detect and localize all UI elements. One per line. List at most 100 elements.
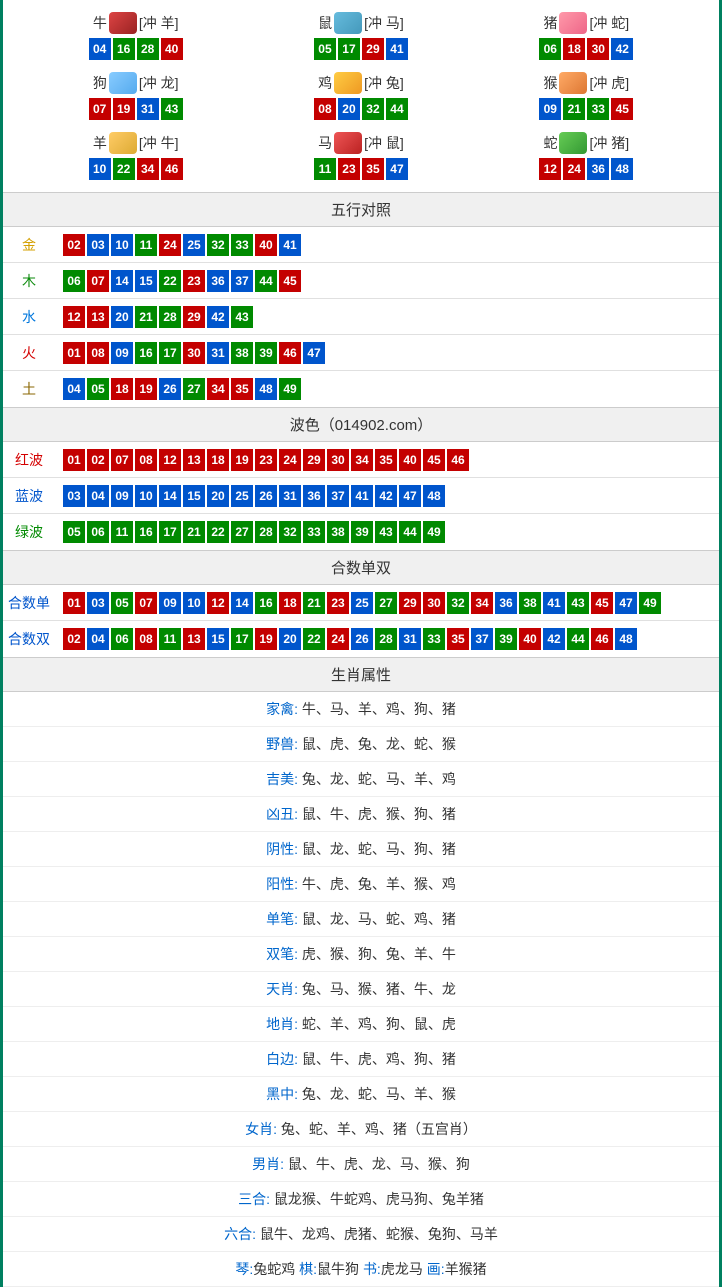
- section-header-bose: 波色（014902.com）: [3, 407, 719, 442]
- number-ball: 19: [113, 98, 135, 120]
- zodiac-clash: [冲 马]: [364, 13, 404, 33]
- number-ball: 46: [161, 158, 183, 180]
- bose-table: 红波0102070812131819232429303435404546蓝波03…: [3, 442, 719, 550]
- number-ball: 08: [135, 449, 157, 471]
- table-row: 火0108091617303138394647: [3, 335, 719, 371]
- number-ball: 05: [63, 521, 85, 543]
- row-balls: 0204060811131517192022242628313335373940…: [55, 622, 719, 656]
- row-label: 火: [3, 343, 55, 363]
- row-label: 水: [3, 307, 55, 327]
- number-ball: 48: [423, 485, 445, 507]
- number-ball: 28: [375, 628, 397, 650]
- zodiac-clash: [冲 龙]: [139, 73, 179, 93]
- zodiac-icon: [559, 132, 587, 154]
- number-ball: 42: [611, 38, 633, 60]
- number-ball: 13: [183, 449, 205, 471]
- zodiac-clash: [冲 羊]: [139, 13, 179, 33]
- ball-row: 12243648: [474, 158, 699, 180]
- number-ball: 09: [159, 592, 181, 614]
- number-ball: 43: [161, 98, 183, 120]
- number-ball: 38: [231, 342, 253, 364]
- zodiac-title: 牛[冲 羊]: [23, 12, 248, 34]
- number-ball: 23: [183, 270, 205, 292]
- number-ball: 44: [399, 521, 421, 543]
- table-row: 绿波05061116172122272832333839434449: [3, 514, 719, 550]
- zodiac-cell: 狗[冲 龙]07193143: [23, 66, 248, 126]
- number-ball: 44: [386, 98, 408, 120]
- number-ball: 27: [183, 378, 205, 400]
- number-ball: 43: [231, 306, 253, 328]
- zodiac-cell: 鸡[冲 兔]08203244: [248, 66, 473, 126]
- attr-value: 蛇、羊、鸡、狗、鼠、虎: [298, 1016, 456, 1032]
- zodiac-cell: 猪[冲 蛇]06183042: [474, 6, 699, 66]
- number-ball: 18: [111, 378, 133, 400]
- attr-label: 黑中:: [266, 1086, 298, 1102]
- number-ball: 12: [207, 592, 229, 614]
- ball-row: 05172941: [248, 38, 473, 60]
- number-ball: 48: [615, 628, 637, 650]
- number-ball: 18: [563, 38, 585, 60]
- number-ball: 33: [423, 628, 445, 650]
- number-ball: 31: [279, 485, 301, 507]
- attr-label: 女肖:: [245, 1121, 277, 1137]
- wuxing-table: 金02031011242532334041木060714152223363744…: [3, 227, 719, 407]
- number-ball: 01: [63, 342, 85, 364]
- number-ball: 17: [159, 521, 181, 543]
- number-ball: 43: [567, 592, 589, 614]
- number-ball: 20: [111, 306, 133, 328]
- number-ball: 31: [207, 342, 229, 364]
- number-ball: 07: [89, 98, 111, 120]
- number-ball: 32: [279, 521, 301, 543]
- number-ball: 12: [539, 158, 561, 180]
- number-ball: 13: [87, 306, 109, 328]
- number-ball: 38: [327, 521, 349, 543]
- attr-value: 兔、龙、蛇、马、羊、鸡: [298, 771, 456, 787]
- number-ball: 30: [423, 592, 445, 614]
- row-label: 土: [3, 379, 55, 399]
- row-label: 金: [3, 235, 55, 255]
- number-ball: 47: [399, 485, 421, 507]
- zodiac-name: 狗: [93, 73, 107, 93]
- attr-row: 天肖: 兔、马、猴、猪、牛、龙: [3, 972, 719, 1007]
- number-ball: 48: [255, 378, 277, 400]
- number-ball: 12: [63, 306, 85, 328]
- number-ball: 34: [207, 378, 229, 400]
- number-ball: 04: [89, 38, 111, 60]
- attr-value: 兔、马、猴、猪、牛、龙: [298, 981, 456, 997]
- number-ball: 45: [423, 449, 445, 471]
- row-balls: 06071415222336374445: [55, 264, 719, 298]
- table-row: 蓝波03040910141520252631363741424748: [3, 478, 719, 514]
- attr-label: 天肖:: [266, 981, 298, 997]
- table-row: 水1213202128294243: [3, 299, 719, 335]
- number-ball: 46: [447, 449, 469, 471]
- zodiac-title: 猴[冲 虎]: [474, 72, 699, 94]
- zodiac-name: 猪: [543, 13, 557, 33]
- zodiac-name: 鸡: [318, 73, 332, 93]
- number-ball: 10: [135, 485, 157, 507]
- number-ball: 32: [447, 592, 469, 614]
- number-ball: 28: [159, 306, 181, 328]
- section-header-heshu: 合数单双: [3, 550, 719, 585]
- attr-row: 男肖: 鼠、牛、虎、龙、马、猴、狗: [3, 1147, 719, 1182]
- number-ball: 04: [87, 485, 109, 507]
- number-ball: 44: [255, 270, 277, 292]
- attr-value: 鼠、牛、虎、龙、马、猴、狗: [284, 1156, 470, 1172]
- zodiac-clash: [冲 蛇]: [589, 13, 629, 33]
- section-header-wuxing: 五行对照: [3, 192, 719, 227]
- number-ball: 42: [375, 485, 397, 507]
- number-ball: 01: [63, 449, 85, 471]
- number-ball: 16: [135, 342, 157, 364]
- zodiac-title: 蛇[冲 猪]: [474, 132, 699, 154]
- number-ball: 14: [231, 592, 253, 614]
- footer-row: 琴:兔蛇鸡 棋:鼠牛狗 书:虎龙马 画:羊猴猪: [3, 1252, 719, 1287]
- attr-value: 鼠、虎、兔、龙、蛇、猴: [298, 736, 456, 752]
- number-ball: 15: [135, 270, 157, 292]
- row-balls: 02031011242532334041: [55, 228, 719, 262]
- zodiac-cell: 猴[冲 虎]09213345: [474, 66, 699, 126]
- attr-value: 鼠、龙、蛇、马、狗、猪: [298, 841, 456, 857]
- attr-label: 阴性:: [266, 841, 298, 857]
- number-ball: 25: [351, 592, 373, 614]
- zodiac-cell: 蛇[冲 猪] 12243648: [474, 126, 699, 186]
- number-ball: 10: [89, 158, 111, 180]
- attr-row: 双笔: 虎、猴、狗、兔、羊、牛: [3, 937, 719, 972]
